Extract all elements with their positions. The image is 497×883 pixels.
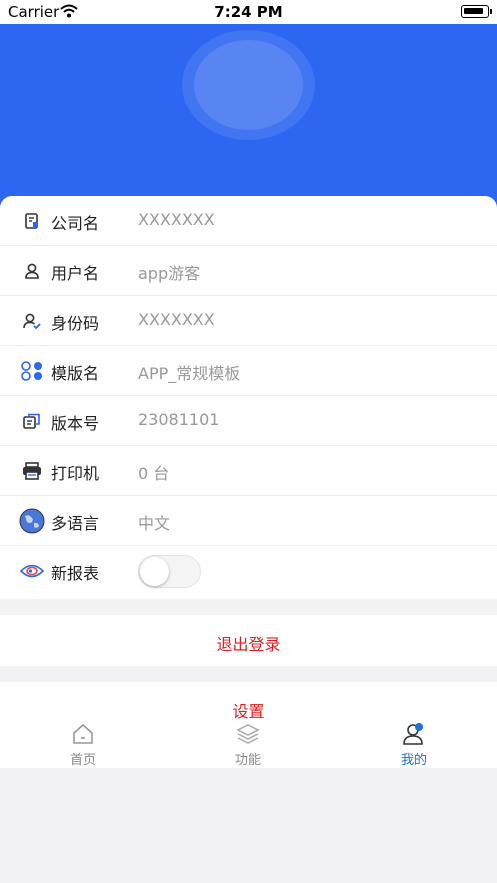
globe-icon [19,508,45,534]
row-label: 模版名 [51,364,100,383]
user-icon [19,259,45,283]
row-value: 中文 [138,514,171,533]
tab-label: 功能 [234,753,261,768]
row-value: XXXXXXX [138,310,215,329]
tab-home[interactable]: 首页 [23,722,143,768]
row-template[interactable]: 模版名 APP_常规模板 [0,346,497,396]
profile-icon [402,722,426,746]
logout-button[interactable]: 退出登录 [0,615,497,666]
status-bar: Carrier 7:24 PM [0,0,497,24]
row-company[interactable]: 公司名 XXXXXXX [0,196,497,246]
row-version[interactable]: 版本号 23081101 [0,396,497,446]
row-new-report: 新报表 [0,546,497,596]
row-label: 打印机 [51,464,100,483]
settings-button[interactable]: 设置 [0,698,497,722]
row-label: 身份码 [51,314,100,333]
row-label: 多语言 [51,514,100,533]
row-value: XXXXXXX [138,210,215,229]
avatar[interactable] [182,30,315,140]
row-language[interactable]: 多语言 中文 [0,496,497,546]
row-username[interactable]: 用户名 app游客 [0,246,497,296]
clock-time: 7:24 PM [214,3,283,21]
row-value: 0 台 [138,464,170,483]
row-value: 23081101 [138,410,220,429]
tab-functions[interactable]: 功能 [188,722,308,768]
row-label: 版本号 [51,414,100,433]
tab-mine[interactable]: 我的 [354,722,474,768]
eye-icon [19,559,45,583]
row-identity-code[interactable]: 身份码 XXXXXXX [0,296,497,346]
battery-icon [461,5,492,18]
profile-header [0,24,497,224]
logout-label: 退出登录 [216,635,281,654]
tab-label: 我的 [400,753,427,768]
row-printer[interactable]: 打印机 0 台 [0,446,497,496]
document-icon [19,209,45,233]
row-value: app游客 [138,264,201,283]
template-grid-icon [19,359,45,383]
row-label: 用户名 [51,264,100,283]
printer-icon [19,459,45,483]
user-verified-icon [19,309,45,333]
new-report-toggle[interactable] [138,555,201,588]
row-value: APP_常规模板 [138,364,241,383]
version-copy-icon [19,409,45,433]
tab-label: 首页 [69,753,96,768]
layers-icon [236,722,260,746]
home-icon [71,722,95,746]
row-label: 公司名 [51,214,100,233]
row-label: 新报表 [51,564,100,583]
profile-info-card: 公司名 XXXXXXX 用户名 app游客 身份码 XXXXXXX 模版名 AP… [0,196,497,599]
